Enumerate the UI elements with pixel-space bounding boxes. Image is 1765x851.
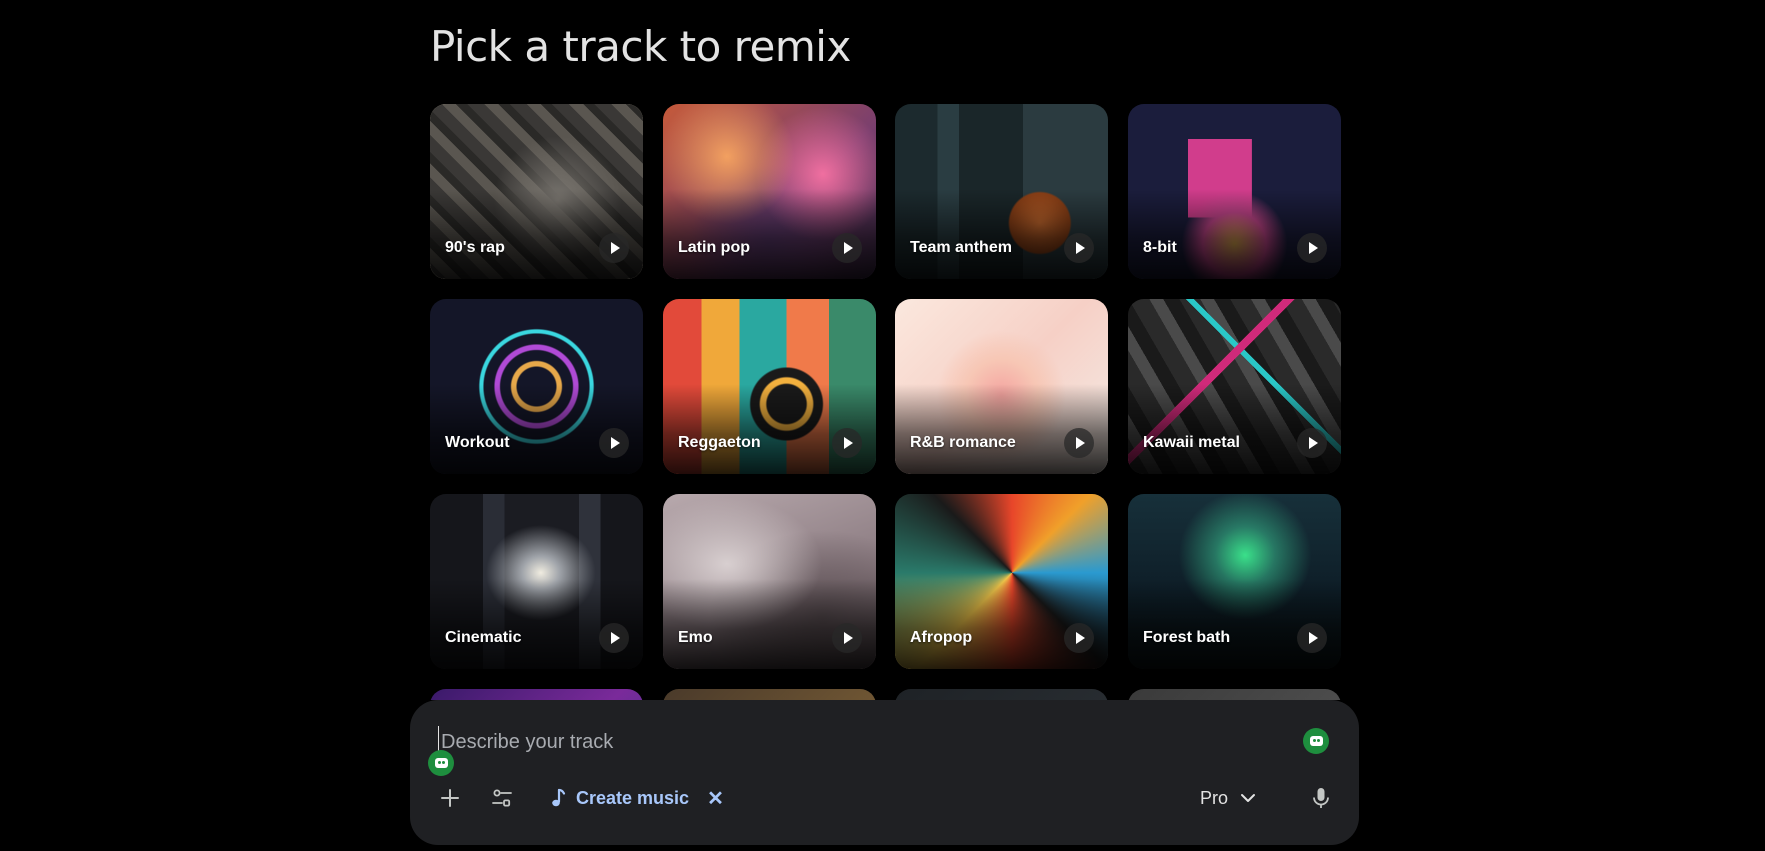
model-selector[interactable]: Pro [1200,780,1256,816]
track-card-partial[interactable] [663,689,876,700]
create-music-label: Create music [576,787,690,808]
track-card-kawaii-metal[interactable]: Kawaii metal [1128,299,1341,474]
add-button[interactable] [430,778,470,818]
track-label: Afropop [910,629,973,646]
play-icon[interactable] [1297,428,1327,458]
track-label: 90's rap [445,239,505,256]
track-label: Kawaii metal [1143,434,1240,451]
tools-button[interactable] [482,778,522,818]
track-label: 8-bit [1143,239,1177,256]
play-icon[interactable] [599,623,629,653]
track-label: Latin pop [678,239,750,256]
track-artwork [430,689,643,700]
track-artwork [663,689,876,700]
tune-icon [492,789,512,807]
music-note-icon [552,788,566,807]
create-music-chip[interactable]: Create music ✕ [550,780,724,816]
play-icon[interactable] [1297,623,1327,653]
play-icon[interactable] [599,233,629,263]
track-card-forest-bath[interactable]: Forest bath [1128,494,1341,669]
play-icon[interactable] [1064,233,1094,263]
track-card-workout[interactable]: Workout [430,299,643,474]
track-card-8-bit[interactable]: 8-bit [1128,104,1341,279]
prompt-composer: Create music ✕ Pro [410,700,1359,845]
track-card-team-anthem[interactable]: Team anthem [895,104,1108,279]
track-card-cinematic[interactable]: Cinematic [430,494,643,669]
close-icon[interactable]: ✕ [707,786,724,811]
track-label: Reggaeton [678,434,761,451]
track-grid: 90's rap Latin pop Team anthem 8-bit Wor… [430,104,1341,700]
track-label: Team anthem [910,239,1012,256]
track-card-90s-rap[interactable]: 90's rap [430,104,643,279]
mic-icon [1313,788,1329,808]
play-icon[interactable] [832,428,862,458]
track-card-latin-pop[interactable]: Latin pop [663,104,876,279]
page-title: Pick a track to remix [430,22,851,71]
plus-icon [441,789,459,807]
track-card-partial[interactable] [430,689,643,700]
track-card-reggaeton[interactable]: Reggaeton [663,299,876,474]
track-artwork [1128,689,1341,700]
track-card-rnb-romance[interactable]: R&B romance [895,299,1108,474]
track-artwork [895,689,1108,700]
prompt-input[interactable] [438,726,1263,758]
play-icon[interactable] [832,623,862,653]
track-card-emo[interactable]: Emo [663,494,876,669]
track-label: Forest bath [1143,629,1231,646]
track-card-partial[interactable] [1128,689,1341,700]
play-icon[interactable] [1064,428,1094,458]
play-icon[interactable] [832,233,862,263]
play-icon[interactable] [1297,233,1327,263]
model-label: Pro [1200,787,1229,808]
play-icon[interactable] [1064,623,1094,653]
track-label: Emo [678,629,713,646]
assistant-bot-icon[interactable] [428,750,454,776]
track-card-partial[interactable] [895,689,1108,700]
track-label: R&B romance [910,434,1016,451]
track-label: Workout [445,434,510,451]
track-label: Cinematic [445,629,522,646]
assistant-bot-icon[interactable] [1303,728,1329,754]
chevron-down-icon [1241,794,1256,802]
mic-button[interactable] [1301,778,1341,818]
play-icon[interactable] [599,428,629,458]
track-card-afropop[interactable]: Afropop [895,494,1108,669]
